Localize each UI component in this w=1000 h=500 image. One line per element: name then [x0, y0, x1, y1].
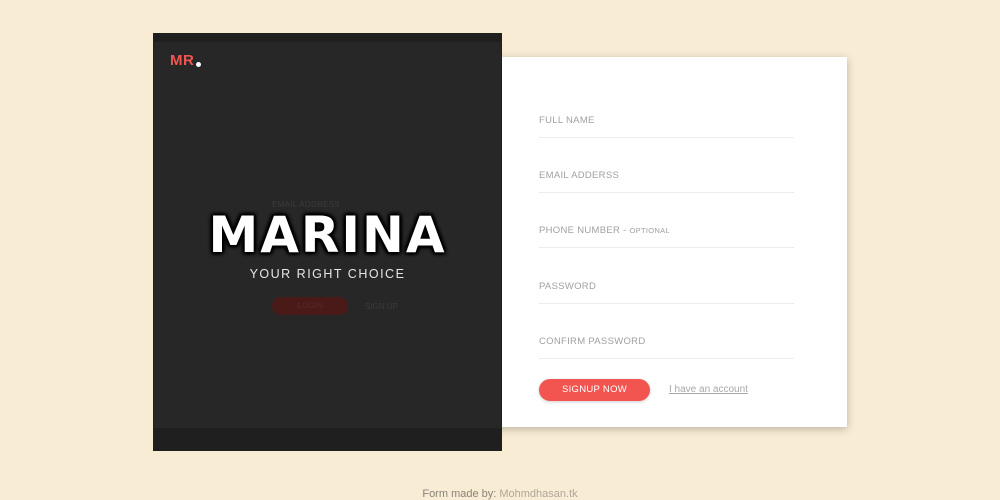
email-address-field[interactable]: EMAIL ADDERSS: [539, 168, 794, 193]
signup-now-button[interactable]: SIGNUP NOW: [539, 379, 650, 401]
logo-dot-icon: [196, 62, 201, 67]
have-account-link[interactable]: I have an account: [669, 384, 748, 395]
brand-title: MARINA: [208, 206, 447, 264]
logo: MR: [170, 52, 195, 69]
full-name-label: FULL NAME: [539, 115, 595, 126]
full-name-field[interactable]: FULL NAME: [539, 113, 794, 138]
password-field[interactable]: PASSWORD: [539, 279, 794, 304]
panel-top-edge: [154, 34, 501, 42]
phone-number-label: PHONE NUMBER - OPTIONAL: [539, 225, 670, 236]
panel-bottom-edge: [154, 428, 501, 450]
footer-prefix: Form made by:: [422, 488, 500, 500]
confirm-password-field[interactable]: CONFIRM PASSWORD: [539, 334, 794, 359]
password-label: PASSWORD: [539, 281, 597, 292]
confirm-password-label: CONFIRM PASSWORD: [539, 336, 646, 347]
footer-site-link[interactable]: Mohmdhasan.tk: [499, 488, 577, 500]
brand-overlay-panel: MR EMAIL ADDRESS LOGIN SIGN UP MARINA YO…: [154, 34, 501, 450]
footer-credit: Form made by: Mohmdhasan.tk: [0, 488, 1000, 500]
phone-number-label-text: PHONE NUMBER -: [539, 225, 630, 236]
ghost-signup-link: SIGN UP: [365, 302, 398, 311]
phone-number-field[interactable]: PHONE NUMBER - OPTIONAL: [539, 223, 794, 248]
signup-card: FULL NAME EMAIL ADDERSS PHONE NUMBER - O…: [470, 57, 847, 427]
email-address-label: EMAIL ADDERSS: [539, 170, 620, 181]
brand-tagline: YOUR RIGHT CHOICE: [249, 267, 406, 281]
ghost-login-button: LOGIN: [272, 297, 348, 315]
optional-note: OPTIONAL: [629, 226, 670, 235]
